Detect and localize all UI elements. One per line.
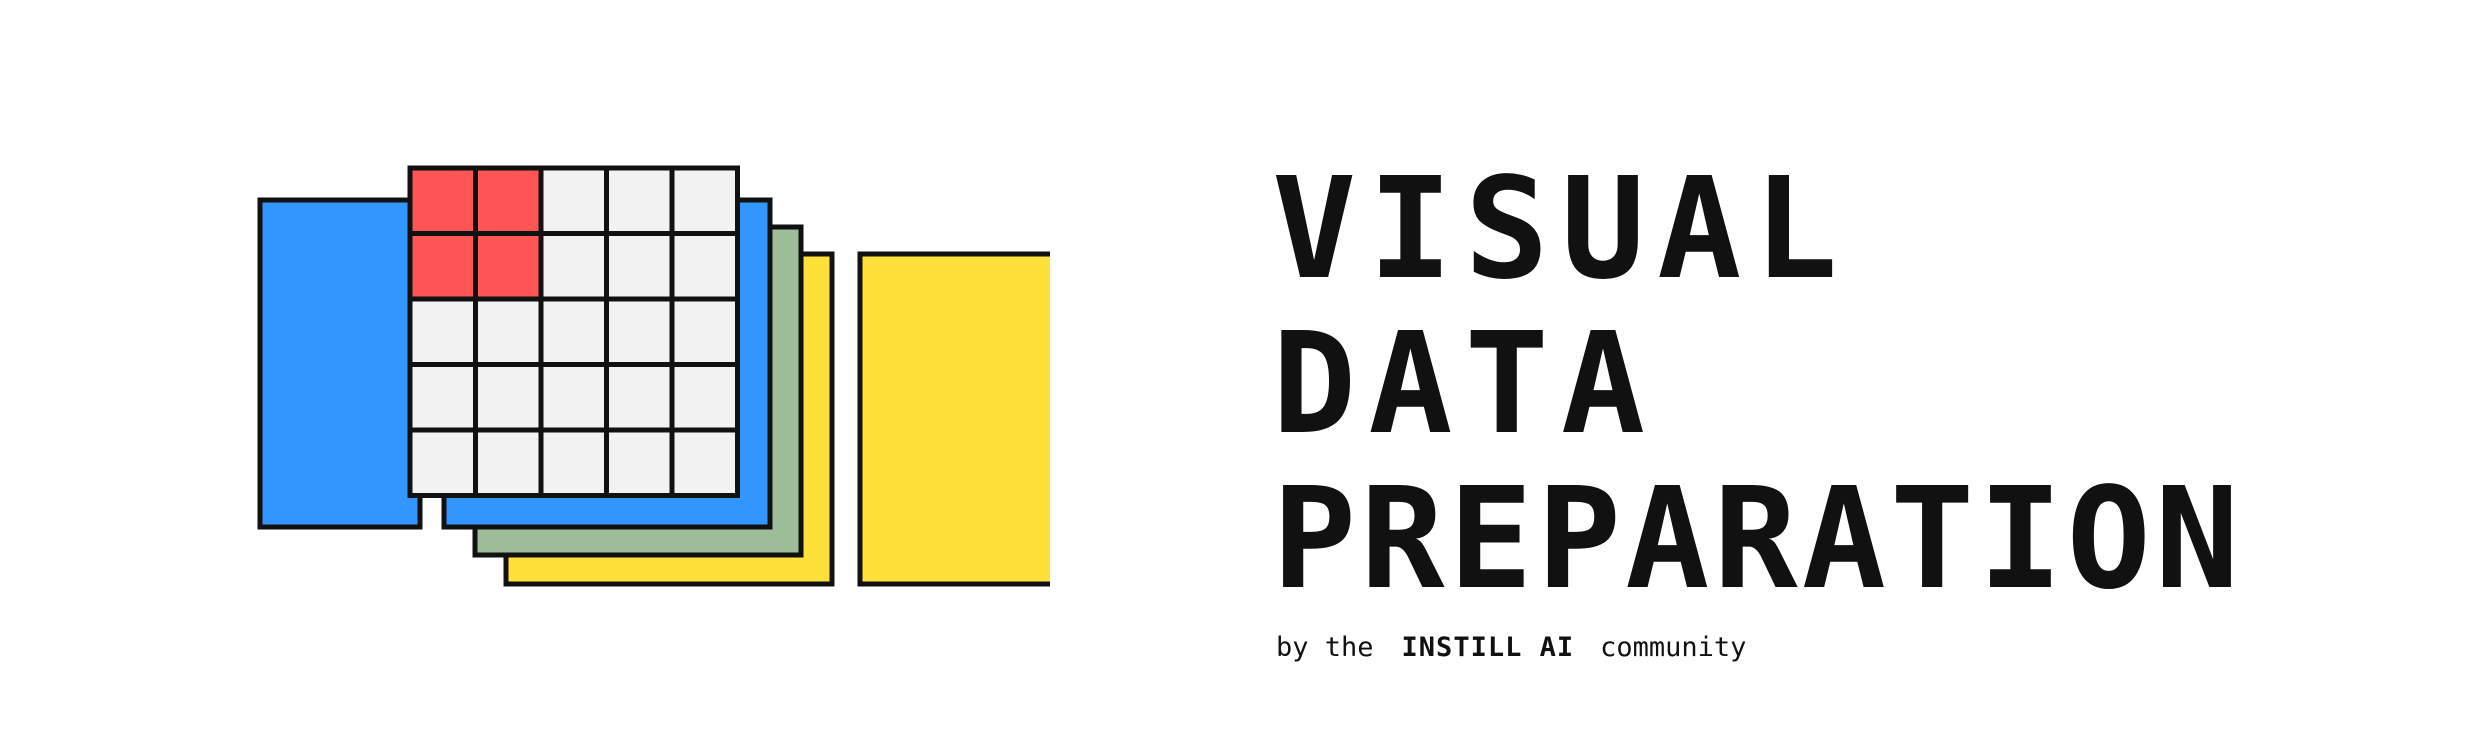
grid-cell (407, 427, 478, 498)
data-grid (407, 165, 740, 498)
grid-cell (604, 231, 675, 302)
grid-cell (604, 362, 675, 433)
grid-cell (473, 427, 544, 498)
grid-cell (669, 165, 740, 236)
title-line-preparation: PREPARATION (1272, 458, 2244, 621)
grid-cell (669, 231, 740, 302)
grid-cell (538, 296, 609, 367)
grid-cell (473, 362, 544, 433)
grid-cell-highlighted (407, 165, 478, 236)
grid-cell (538, 427, 609, 498)
grid-cell (538, 362, 609, 433)
title-line-data: DATA (1272, 303, 1658, 466)
grid-cell (407, 362, 478, 433)
byline-suffix: community (1600, 632, 1747, 663)
grid-cell (538, 231, 609, 302)
stacked-sheets-illustration (257, 165, 1050, 587)
left-blue-panel (257, 197, 423, 530)
title-line-visual: VISUAL (1272, 148, 1850, 311)
brand-wordmark: INSTILL AI (1401, 632, 1575, 663)
right-yellow-panel (857, 251, 1050, 587)
grid-cell (473, 296, 544, 367)
byline-prefix: by the (1276, 632, 1374, 663)
grid-cell-highlighted (473, 165, 544, 236)
grid-cell (669, 362, 740, 433)
grid-cell (669, 296, 740, 367)
grid-cell (604, 427, 675, 498)
grid-cell-highlighted (473, 231, 544, 302)
grid-cell (604, 165, 675, 236)
grid-cell (538, 165, 609, 236)
grid-cell (407, 296, 478, 367)
grid-cell-highlighted (407, 231, 478, 302)
grid-cell (604, 296, 675, 367)
byline: by the INSTILL AI community (1276, 632, 1746, 663)
grid-cell (669, 427, 740, 498)
